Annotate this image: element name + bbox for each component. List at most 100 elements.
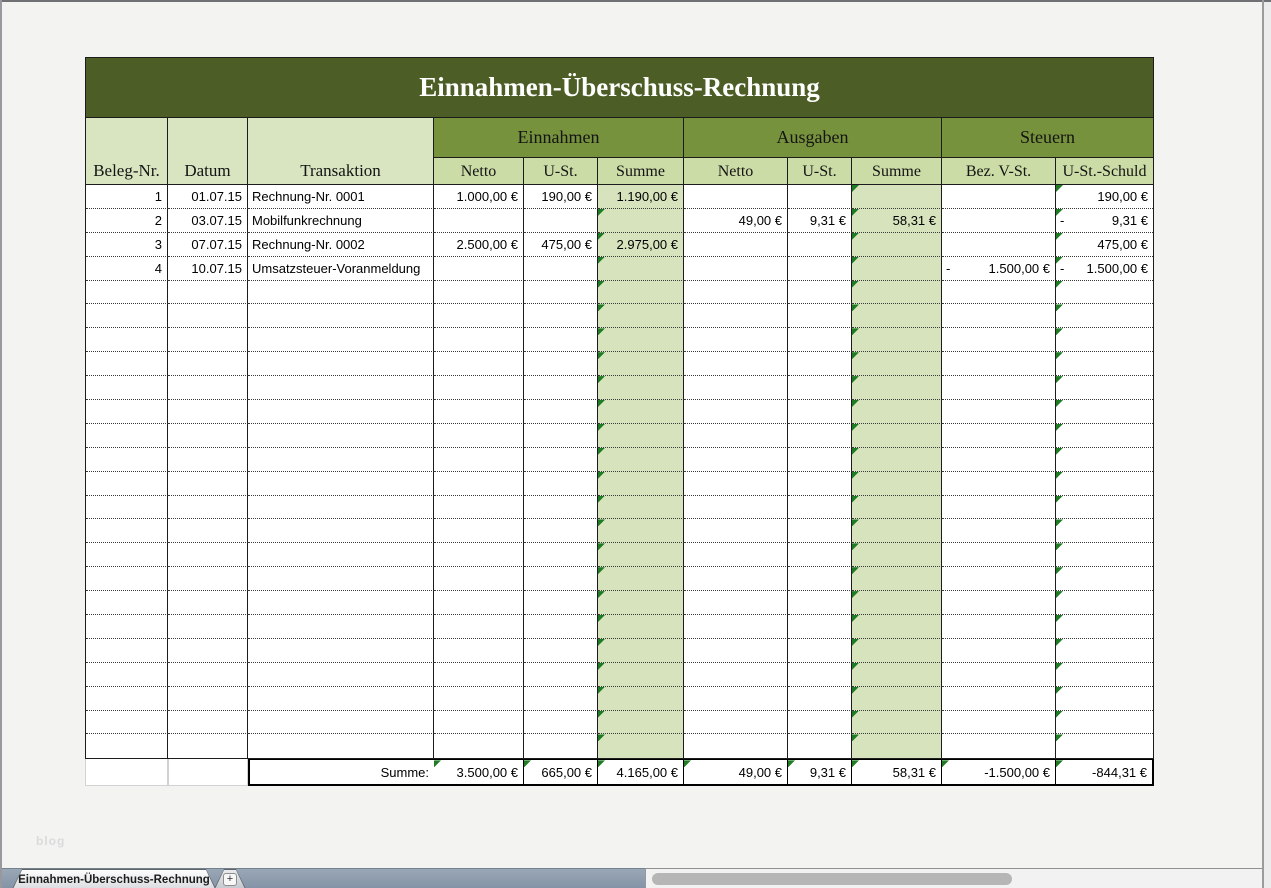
subheader-ausgaben-netto[interactable]: Netto — [684, 158, 788, 185]
cell-datum[interactable] — [168, 615, 248, 639]
cell-e-netto[interactable] — [434, 543, 524, 567]
cell-transaktion[interactable] — [248, 352, 434, 376]
cell-ust-schuld[interactable] — [1056, 304, 1153, 328]
cell-a-summe[interactable] — [852, 687, 942, 711]
cell-beleg-nr[interactable]: 1 — [86, 185, 168, 209]
cell-datum[interactable] — [168, 519, 248, 543]
cell-a-ust[interactable] — [788, 711, 852, 735]
cell-beleg-nr[interactable] — [86, 496, 168, 520]
cell-ust-schuld[interactable] — [1056, 734, 1153, 758]
cell-bez-vst[interactable] — [942, 734, 1056, 758]
cell-transaktion[interactable] — [248, 376, 434, 400]
sheet-tab-active[interactable]: Einnahmen-Überschuss-Rechnung — [12, 869, 216, 888]
cell-beleg-nr[interactable] — [86, 663, 168, 687]
cell-a-summe[interactable] — [852, 281, 942, 305]
cell-e-summe[interactable] — [598, 257, 684, 281]
cell-e-summe[interactable]: 1.190,00 € — [598, 185, 684, 209]
cell-transaktion[interactable]: Umsatzsteuer-Voranmeldung — [248, 257, 434, 281]
cell-bez-vst[interactable] — [942, 352, 1056, 376]
cell-a-summe[interactable] — [852, 472, 942, 496]
subheader-einnahmen-summe[interactable]: Summe — [598, 158, 684, 185]
cell-a-summe[interactable] — [852, 591, 942, 615]
cell-a-summe[interactable] — [852, 233, 942, 257]
cell-bez-vst[interactable] — [942, 711, 1056, 735]
cell-a-ust[interactable] — [788, 352, 852, 376]
cell-a-ust[interactable]: 9,31 € — [788, 209, 852, 233]
cell-e-summe[interactable]: 2.975,00 € — [598, 233, 684, 257]
cell-transaktion[interactable] — [248, 472, 434, 496]
cell-e-summe[interactable] — [598, 376, 684, 400]
total-cell-e-netto[interactable]: 3.500,00 € — [434, 759, 524, 786]
cell-e-summe[interactable] — [598, 615, 684, 639]
cell-e-summe[interactable] — [598, 304, 684, 328]
cell-e-summe[interactable] — [598, 328, 684, 352]
cell-a-summe[interactable] — [852, 734, 942, 758]
cell-e-summe[interactable] — [598, 663, 684, 687]
cell-beleg-nr[interactable] — [86, 615, 168, 639]
cell-ust-schuld[interactable] — [1056, 543, 1153, 567]
cell-e-summe[interactable] — [598, 687, 684, 711]
cell-bez-vst[interactable] — [942, 328, 1056, 352]
total-cell-a-ust[interactable]: 9,31 € — [788, 759, 852, 786]
total-cell-a-netto[interactable]: 49,00 € — [684, 759, 788, 786]
cell-beleg-nr[interactable]: 3 — [86, 233, 168, 257]
cell-transaktion[interactable] — [248, 519, 434, 543]
cell-a-ust[interactable] — [788, 615, 852, 639]
cell-transaktion[interactable]: Mobilfunkrechnung — [248, 209, 434, 233]
cell-a-ust[interactable] — [788, 687, 852, 711]
cell-beleg-nr[interactable] — [86, 687, 168, 711]
cell-a-netto[interactable] — [684, 711, 788, 735]
cell-transaktion[interactable] — [248, 663, 434, 687]
cell-a-ust[interactable] — [788, 304, 852, 328]
cell-a-ust[interactable] — [788, 472, 852, 496]
cell-e-summe[interactable] — [598, 400, 684, 424]
cell-a-summe[interactable] — [852, 639, 942, 663]
cell-e-ust[interactable] — [524, 352, 598, 376]
cell-a-netto[interactable] — [684, 543, 788, 567]
cell-a-netto[interactable]: 49,00 € — [684, 209, 788, 233]
cell-datum[interactable] — [168, 281, 248, 305]
cell-a-netto[interactable] — [684, 376, 788, 400]
subheader-ausgaben-ust[interactable]: U-St. — [788, 158, 852, 185]
cell-e-netto[interactable] — [434, 639, 524, 663]
cell-transaktion[interactable] — [248, 543, 434, 567]
cell-ust-schuld[interactable] — [1056, 496, 1153, 520]
cell-e-ust[interactable] — [524, 543, 598, 567]
cell-e-summe[interactable] — [598, 639, 684, 663]
total-cell-ust-schuld[interactable]: -844,31 € — [1056, 759, 1154, 786]
cell-e-ust[interactable] — [524, 591, 598, 615]
cell-e-netto[interactable] — [434, 281, 524, 305]
total-label[interactable]: Summe: — [248, 759, 434, 786]
cell-e-ust[interactable] — [524, 281, 598, 305]
cell-bez-vst[interactable] — [942, 281, 1056, 305]
cell-a-netto[interactable] — [684, 687, 788, 711]
cell-a-summe[interactable] — [852, 400, 942, 424]
cell-transaktion[interactable]: Rechnung-Nr. 0002 — [248, 233, 434, 257]
cell-transaktion[interactable] — [248, 304, 434, 328]
cell-e-summe[interactable] — [598, 352, 684, 376]
cell-e-netto[interactable] — [434, 663, 524, 687]
cell-e-summe[interactable] — [598, 448, 684, 472]
cell-transaktion[interactable] — [248, 328, 434, 352]
cell-ust-schuld[interactable] — [1056, 376, 1153, 400]
total-cell-e-summe[interactable]: 4.165,00 € — [598, 759, 684, 786]
cell-e-ust[interactable]: 475,00 € — [524, 233, 598, 257]
cell-a-ust[interactable] — [788, 328, 852, 352]
cell-e-netto[interactable] — [434, 472, 524, 496]
cell-bez-vst[interactable] — [942, 233, 1056, 257]
cell-transaktion[interactable] — [248, 281, 434, 305]
cell-beleg-nr[interactable] — [86, 424, 168, 448]
total-cell-beleg-nr[interactable] — [85, 759, 168, 786]
cell-datum[interactable] — [168, 711, 248, 735]
cell-a-netto[interactable] — [684, 734, 788, 758]
cell-a-netto[interactable] — [684, 233, 788, 257]
cell-a-netto[interactable] — [684, 519, 788, 543]
cell-transaktion[interactable] — [248, 639, 434, 663]
cell-beleg-nr[interactable] — [86, 448, 168, 472]
cell-datum[interactable] — [168, 687, 248, 711]
cell-e-ust[interactable] — [524, 567, 598, 591]
cell-ust-schuld[interactable] — [1056, 591, 1153, 615]
cell-ust-schuld[interactable]: -9,31 € — [1056, 209, 1153, 233]
cell-e-summe[interactable] — [598, 591, 684, 615]
cell-e-netto[interactable] — [434, 711, 524, 735]
